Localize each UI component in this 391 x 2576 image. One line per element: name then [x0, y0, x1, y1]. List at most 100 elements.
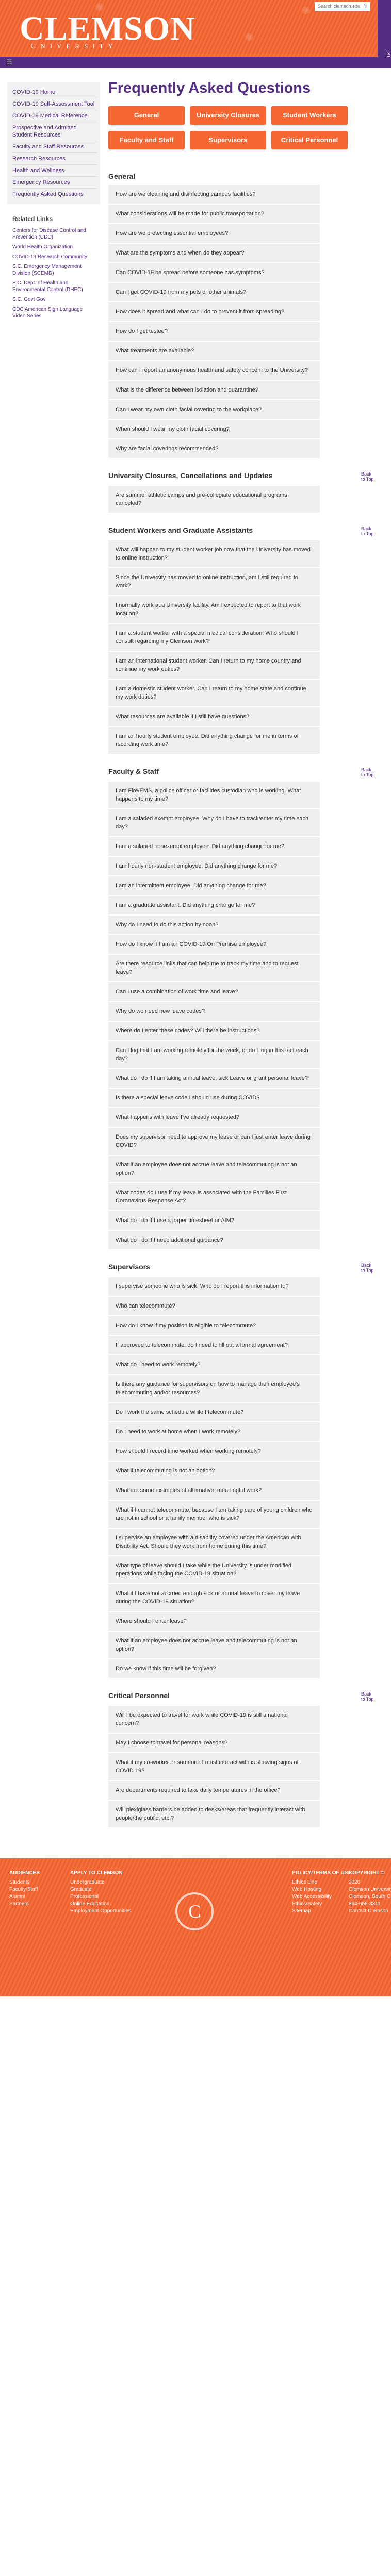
- faq-question[interactable]: What codes do I use if my leave is assoc…: [108, 1183, 320, 1211]
- related-link[interactable]: World Health Organization: [7, 242, 100, 252]
- faq-question[interactable]: Do I need to work at home when I work re…: [108, 1422, 320, 1442]
- faq-question[interactable]: What resources are available if I still …: [108, 707, 320, 727]
- sidebar-nav-link[interactable]: COVID-19 Medical Reference: [12, 110, 97, 122]
- faq-question[interactable]: How do I know if my position is eligible…: [108, 1316, 320, 1336]
- faq-question[interactable]: How should I record time worked when wor…: [108, 1442, 320, 1462]
- faq-question[interactable]: What do I do if I use a paper timesheet …: [108, 1211, 320, 1231]
- sidebar-nav-link[interactable]: COVID-19 Home: [12, 87, 97, 98]
- category-button[interactable]: General: [108, 106, 185, 125]
- related-link[interactable]: CDC American Sign Language Video Series: [7, 304, 100, 321]
- footer-link[interactable]: Faculty/Staff: [9, 1886, 40, 1893]
- faq-question[interactable]: Can I get COVID-19 from my pets or other…: [108, 283, 320, 302]
- related-link[interactable]: Centers for Disease Control and Preventi…: [7, 226, 100, 242]
- faq-question[interactable]: What are some examples of alternative, m…: [108, 1481, 320, 1501]
- footer-link[interactable]: 864-656-3311: [349, 1901, 391, 1908]
- faq-question[interactable]: What if my co-worker or someone I must i…: [108, 1753, 320, 1781]
- faq-question[interactable]: Can I log that I am working remotely for…: [108, 1041, 320, 1069]
- faq-question[interactable]: Where should I enter leave?: [108, 1612, 320, 1632]
- footer-link[interactable]: Web Accessibility: [292, 1893, 351, 1901]
- faq-question[interactable]: May I choose to travel for personal reas…: [108, 1734, 320, 1753]
- faq-question[interactable]: If approved to telecommute, do I need to…: [108, 1336, 320, 1355]
- footer-link[interactable]: Professional: [70, 1893, 131, 1901]
- faq-question[interactable]: Do we know if this time will be forgiven…: [108, 1659, 320, 1679]
- sidebar-nav-link[interactable]: Research Resources: [12, 153, 97, 165]
- faq-question[interactable]: What do I do if I am taking annual leave…: [108, 1069, 320, 1089]
- faq-question[interactable]: I normally work at a University facility…: [108, 596, 320, 624]
- faq-question[interactable]: What happens with leave I've already req…: [108, 1108, 320, 1128]
- faq-question[interactable]: I am hourly non-student employee. Did an…: [108, 857, 320, 876]
- faq-question[interactable]: What if telecommuting is not an option?: [108, 1462, 320, 1481]
- footer-link[interactable]: Online Education: [70, 1901, 131, 1908]
- faq-question[interactable]: Do I work the same schedule while I tele…: [108, 1403, 320, 1422]
- faq-question[interactable]: What do I need to work remotely?: [108, 1355, 320, 1375]
- faq-question[interactable]: I am a domestic student worker. Can I re…: [108, 680, 320, 707]
- faq-question[interactable]: I am a graduate assistant. Did anything …: [108, 896, 320, 916]
- sidebar-nav-link[interactable]: Health and Wellness: [12, 165, 97, 177]
- footer-link[interactable]: Ethics Line: [292, 1879, 351, 1886]
- category-button[interactable]: University Closures: [190, 106, 266, 125]
- category-button[interactable]: Faculty and Staff: [108, 131, 185, 149]
- faq-question[interactable]: What is the difference between isolation…: [108, 381, 320, 400]
- back-to-top-link[interactable]: Back to Top: [361, 526, 374, 536]
- faq-question[interactable]: Will plexiglass barriers be added to des…: [108, 1801, 320, 1828]
- category-button[interactable]: Supervisors: [190, 131, 266, 149]
- faq-question[interactable]: How do I get tested?: [108, 322, 320, 342]
- faq-question[interactable]: Will I be expected to travel for work wh…: [108, 1706, 320, 1734]
- faq-question[interactable]: Is there any guidance for supervisors on…: [108, 1375, 320, 1403]
- category-button[interactable]: Student Workers: [271, 106, 348, 125]
- faq-question[interactable]: I am Fire/EMS, a police officer or facil…: [108, 782, 320, 809]
- search-icon[interactable]: ⚲: [364, 3, 368, 9]
- footer-link[interactable]: Sitemap: [292, 1908, 351, 1915]
- faq-question[interactable]: How are we protecting essential employee…: [108, 224, 320, 244]
- faq-question[interactable]: I am a salaried nonexempt employee. Did …: [108, 837, 320, 857]
- faq-question[interactable]: Where do I enter these codes? Will there…: [108, 1022, 320, 1041]
- category-button[interactable]: Critical Personnel: [271, 131, 348, 149]
- faq-question[interactable]: I supervise an employee with a disabilit…: [108, 1529, 320, 1556]
- faq-question[interactable]: Since the University has moved to online…: [108, 568, 320, 596]
- faq-question[interactable]: How are we cleaning and disinfecting cam…: [108, 185, 320, 205]
- faq-question[interactable]: Can I use a combination of work time and…: [108, 982, 320, 1002]
- faq-question[interactable]: Why do I need to do this action by noon?: [108, 916, 320, 935]
- footer-link[interactable]: Undergraduate: [70, 1879, 131, 1886]
- faq-question[interactable]: I am an intermittent employee. Did anyth…: [108, 876, 320, 896]
- footer-link[interactable]: Clemson, South Carolina: [349, 1893, 391, 1901]
- faq-question[interactable]: I supervise someone who is sick. Who do …: [108, 1277, 320, 1297]
- faq-question[interactable]: What considerations will be made for pub…: [108, 205, 320, 224]
- faq-question[interactable]: What if an employee does not accrue leav…: [108, 1632, 320, 1659]
- footer-link[interactable]: Contact Clemson: [349, 1908, 391, 1915]
- faq-question[interactable]: What type of leave should I take while t…: [108, 1556, 320, 1584]
- site-menu-tab[interactable]: SITE MENU: [378, 0, 391, 57]
- menu-icon[interactable]: ☰: [6, 58, 12, 66]
- faq-question[interactable]: When should I wear my cloth facial cover…: [108, 420, 320, 439]
- faq-question[interactable]: What if I cannot telecommute, because I …: [108, 1501, 320, 1529]
- back-to-top-link[interactable]: Back to Top: [361, 767, 374, 777]
- footer-link[interactable]: Ethics/Safety: [292, 1901, 351, 1908]
- faq-question[interactable]: Are there resource links that can help m…: [108, 955, 320, 982]
- faq-question[interactable]: Is there a special leave code I should u…: [108, 1089, 320, 1108]
- footer-link[interactable]: Clemson University: [349, 1886, 391, 1893]
- faq-question[interactable]: What treatments are available?: [108, 342, 320, 361]
- sidebar-nav-link[interactable]: Faculty and Staff Resources: [12, 141, 97, 153]
- faq-question[interactable]: Are departments required to take daily t…: [108, 1781, 320, 1801]
- faq-question[interactable]: Why are facial coverings recommended?: [108, 439, 320, 459]
- faq-question[interactable]: How do I know if I am an COVID-19 On Pre…: [108, 935, 320, 955]
- related-link[interactable]: S.C. Dept. of Health and Environmental C…: [7, 278, 100, 295]
- back-to-top-link[interactable]: Back to Top: [361, 1263, 374, 1273]
- faq-question[interactable]: Are summer athletic camps and pre-colleg…: [108, 486, 320, 514]
- faq-question[interactable]: Who can telecommute?: [108, 1297, 320, 1316]
- faq-question[interactable]: How does it spread and what can I do to …: [108, 302, 320, 322]
- faq-question[interactable]: Can COVID-19 be spread before someone ha…: [108, 263, 320, 283]
- footer-link[interactable]: Graduate: [70, 1886, 131, 1893]
- faq-question[interactable]: What if an employee does not accrue leav…: [108, 1156, 320, 1183]
- clemson-logo[interactable]: CLEMSON: [20, 12, 196, 46]
- footer-link[interactable]: Students: [9, 1879, 40, 1886]
- faq-question[interactable]: I am a student worker with a special med…: [108, 624, 320, 652]
- related-link[interactable]: S.C. Govt Gov: [7, 295, 100, 304]
- footer-link[interactable]: Employment Opportunities: [70, 1908, 131, 1915]
- faq-question[interactable]: What if I have not accrued enough sick o…: [108, 1584, 320, 1612]
- sidebar-nav-link[interactable]: Emergency Resources: [12, 177, 97, 189]
- footer-link[interactable]: 2020: [349, 1879, 391, 1886]
- footer-link[interactable]: Web Hosting: [292, 1886, 351, 1893]
- faq-question[interactable]: How can I report an anonymous health and…: [108, 361, 320, 381]
- related-link[interactable]: COVID-19 Research Community: [7, 252, 100, 262]
